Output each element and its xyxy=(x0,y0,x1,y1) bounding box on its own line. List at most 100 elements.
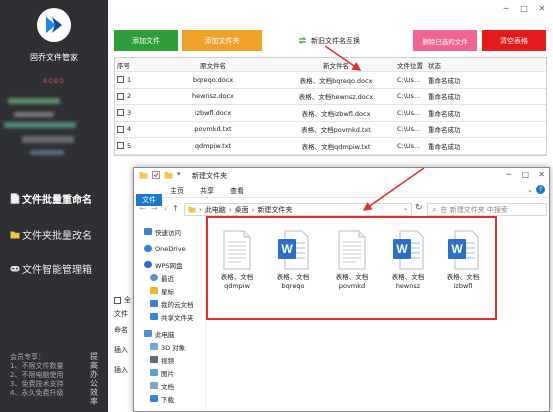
star-icon xyxy=(150,287,158,294)
table-row[interactable]: 4 povmkd.txt 表格、文档povmkd.txt C:\Us... 重命… xyxy=(115,122,546,138)
app-logo xyxy=(37,8,71,42)
search-placeholder: 在 新建文件夹 中搜索 xyxy=(440,205,508,214)
folder-icon xyxy=(139,172,148,179)
explorer-ribbon: 文件 主页 共享 查看 ⌄ ? xyxy=(134,183,549,206)
table-row[interactable]: 2 hewnsz.docx 表格、文档hewnsz.docx C:\Us... … xyxy=(115,89,546,105)
clock-icon xyxy=(150,274,158,281)
navigation-pane: 快速访问 OneDrive WPS网盘 最近 星标 我的云文档 共享文件夹 此电… xyxy=(136,222,204,411)
nav-3d-objects[interactable]: 3D 对象 xyxy=(150,341,185,352)
table-row[interactable]: 3 izbwfl.docx 表格、文档izbwfl.docx C:\Us... … xyxy=(115,105,546,122)
minimize-button[interactable]: ─ xyxy=(506,170,511,179)
quick-access-dropdown-icon[interactable]: ▾ xyxy=(177,170,181,178)
nav-onedrive[interactable]: OneDrive xyxy=(144,243,186,254)
explorer-title: 新建文件夹 xyxy=(192,172,227,180)
properties-icon[interactable] xyxy=(152,171,160,179)
cloud-doc-icon xyxy=(150,300,158,307)
col-original-header: 原文件名 xyxy=(200,61,226,70)
nav-recent[interactable]: 最近 xyxy=(150,272,174,283)
col-new-header: 新文件名 xyxy=(323,61,349,70)
row-checkbox[interactable] xyxy=(117,142,124,150)
cloud-icon xyxy=(144,245,152,252)
tab-view[interactable]: 查看 xyxy=(226,185,248,197)
help-icon[interactable]: ? xyxy=(536,185,545,194)
folder-icon xyxy=(10,229,20,240)
row-checkbox[interactable] xyxy=(117,125,124,133)
swap-names-button[interactable]: 新旧文件名互换 xyxy=(298,30,360,51)
sidebar: 固乔文件管家 BOBO 文件批量重命名 文件夹批量改名 文件智能管理箱 会员专享… xyxy=(0,0,108,412)
row-checkbox[interactable] xyxy=(117,76,124,84)
up-icon[interactable]: ↑ xyxy=(172,204,179,213)
search-input[interactable]: ⌕ 在 新建文件夹 中搜索 xyxy=(427,203,547,216)
nav-starred[interactable]: 星标 xyxy=(150,285,174,296)
nav-downloads[interactable]: 下载 xyxy=(150,393,174,404)
video-icon xyxy=(150,356,158,363)
star-icon xyxy=(144,228,152,235)
col-status-header: 状态 xyxy=(428,61,441,70)
row-checkbox[interactable] xyxy=(117,109,124,117)
nav-batch-rename[interactable]: 文件批量重命名 xyxy=(10,189,92,207)
refresh-icon[interactable]: ↻ xyxy=(415,203,423,213)
back-icon[interactable]: ← xyxy=(139,204,146,213)
explorer-titlebar: ▾ 新建文件夹 ─ □ ✕ xyxy=(134,168,549,183)
delete-selected-button[interactable]: 删除已选的文件 xyxy=(413,30,477,51)
nav-videos[interactable]: 视频 xyxy=(150,354,174,365)
tab-share[interactable]: 共享 xyxy=(196,185,218,197)
nav-wps-drive[interactable]: WPS网盘 xyxy=(144,259,182,270)
file-table: 序号 原文件名 新文件名 文件位置 状态 1 bqreqo.docx 表格、文档… xyxy=(114,57,547,156)
nav-documents[interactable]: 文档 xyxy=(150,380,174,391)
clear-list-button[interactable]: 清空表格 xyxy=(482,30,546,51)
maximize-button[interactable]: □ xyxy=(521,170,529,179)
address-dropdown-icon[interactable]: ⌄ xyxy=(403,205,408,212)
window-titlebar: ─ □ ✕ xyxy=(108,0,553,24)
app-title: 固乔文件管家 xyxy=(30,53,78,62)
nav-quick-access[interactable]: 快速访问 xyxy=(144,226,181,237)
swap-icon xyxy=(298,37,307,44)
ribbon-expand-icon[interactable]: ⌄ xyxy=(527,186,533,194)
table-row[interactable]: 5 qdmpiw.txt 表格、文档qdmpiw.txt C:\Us... 重命… xyxy=(115,138,546,155)
membership-promo: 会员专享： 1、不限文件数量 2、不限电脑使用 3、免费技术支持 4、永久免费升… xyxy=(10,353,64,397)
share-folder-icon xyxy=(150,313,158,320)
promo-vertical-slogan: 提高办公效率 xyxy=(90,352,98,406)
select-all-checkbox[interactable] xyxy=(114,296,121,304)
nav-pictures[interactable]: 图片 xyxy=(150,367,174,378)
col-location-header: 文件位置 xyxy=(397,61,423,70)
download-icon xyxy=(150,395,158,402)
close-icon[interactable]: ✕ xyxy=(535,3,549,15)
col-index-header: 序号 xyxy=(117,61,130,70)
table-header: 序号 原文件名 新文件名 文件位置 状态 xyxy=(115,58,546,72)
nav-smart-manager[interactable]: 文件智能管理箱 xyxy=(10,259,92,277)
new-folder-icon[interactable] xyxy=(164,171,173,179)
blurred-account-info xyxy=(30,150,64,155)
minimize-button[interactable]: ─ xyxy=(499,3,513,15)
forward-icon[interactable]: → xyxy=(151,204,158,213)
highlight-box xyxy=(206,216,497,320)
row-checkbox[interactable] xyxy=(117,92,124,100)
nav-label: 文件夹批量改名 xyxy=(22,230,92,242)
recent-locations-icon[interactable]: ⌄ xyxy=(163,205,168,212)
breadcrumb-new-folder[interactable]: 新建文件夹 xyxy=(257,205,292,215)
tab-home[interactable]: 主页 xyxy=(166,185,188,197)
breadcrumb-this-pc[interactable]: 此电脑 xyxy=(205,205,226,215)
blurred-account-info xyxy=(22,136,74,143)
close-icon[interactable]: ✕ xyxy=(538,170,545,179)
add-file-button[interactable]: 添加文件 xyxy=(114,30,178,51)
user-name: BOBO xyxy=(43,78,65,85)
document-icon xyxy=(150,382,158,389)
file-explorer-window: ▾ 新建文件夹 ─ □ ✕ 文件 主页 共享 查看 ⌄ ? ← → ⌄ ↑ › … xyxy=(133,167,550,412)
nav-shared-folder[interactable]: 共享文件夹 xyxy=(150,311,194,322)
add-folder-button[interactable]: 添加文件夹 xyxy=(182,30,262,51)
maximize-button[interactable]: □ xyxy=(517,3,531,15)
nav-label: 文件批量重命名 xyxy=(22,194,92,206)
gamepad-icon xyxy=(10,263,20,274)
nav-this-pc[interactable]: 此电脑 xyxy=(144,328,175,339)
breadcrumb-desktop[interactable]: 桌面 xyxy=(235,205,249,215)
search-icon: ⌕ xyxy=(432,204,437,214)
table-row[interactable]: 1 bqreqo.docx 表格、文档bqreqo.docx C:\Us... … xyxy=(115,72,546,89)
nav-folder-rename[interactable]: 文件夹批量改名 xyxy=(10,225,92,243)
document-icon xyxy=(10,192,20,204)
nav-cloud-docs[interactable]: 我的云文档 xyxy=(150,298,194,309)
computer-icon xyxy=(144,330,152,337)
picture-icon xyxy=(150,369,158,376)
address-bar[interactable]: › 此电脑 › 桌面 › 新建文件夹 xyxy=(184,203,412,216)
blurred-account-info xyxy=(4,122,76,128)
